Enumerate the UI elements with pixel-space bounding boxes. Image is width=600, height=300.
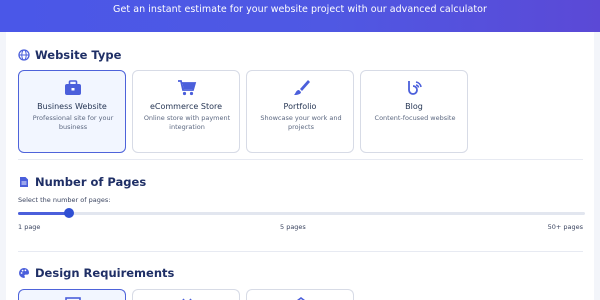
slider-thumb[interactable] — [64, 208, 75, 218]
tick-max-label: 50+ pages — [547, 223, 583, 231]
option-title: Business Website — [37, 102, 107, 111]
design-requirements-heading: Design Requirements — [18, 266, 174, 280]
design-option[interactable] — [18, 289, 126, 300]
option-business-website[interactable]: Business Website Professional site for y… — [18, 70, 126, 153]
section-divider — [18, 159, 583, 160]
option-title: eCommerce Store — [149, 102, 223, 111]
settings-icon — [293, 294, 309, 300]
section-divider — [18, 251, 583, 252]
slider-fill — [18, 212, 70, 215]
palette-icon — [18, 267, 30, 279]
design-option[interactable] — [132, 289, 240, 300]
design-requirements-title: Design Requirements — [35, 266, 175, 280]
option-portfolio[interactable]: Portfolio Showcase your work and project… — [246, 70, 354, 153]
option-description: Professional site for your business — [32, 114, 114, 132]
document-icon — [18, 176, 30, 188]
option-description: Content-focused website — [374, 114, 456, 122]
shopping-cart-icon — [177, 79, 197, 97]
header-banner: Get an instant estimate for your website… — [0, 0, 600, 32]
briefcase-icon — [63, 79, 83, 97]
option-ecommerce-store[interactable]: eCommerce Store Online store with paymen… — [132, 70, 240, 153]
option-title: Portfolio — [283, 102, 317, 111]
tick-mid-label: 5 pages — [280, 223, 306, 231]
globe-icon — [18, 49, 30, 61]
option-description: Showcase your work and projects — [260, 114, 342, 132]
tick-min-label: 1 page — [18, 223, 41, 231]
website-type-heading: Website Type — [18, 48, 121, 62]
paint-brush-icon — [291, 79, 311, 97]
blog-icon — [405, 79, 425, 97]
option-description: Online store with payment integration — [143, 114, 231, 132]
number-of-pages-title: Number of Pages — [35, 175, 147, 189]
number-of-pages-heading: Number of Pages — [18, 175, 146, 189]
option-blog[interactable]: Blog Content-focused website — [360, 70, 468, 153]
pages-select-label: Select the number of pages: — [18, 196, 111, 204]
layout-icon — [65, 294, 81, 300]
design-option[interactable] — [246, 289, 354, 300]
pages-slider[interactable] — [18, 208, 585, 218]
code-icon — [179, 294, 195, 300]
website-type-title: Website Type — [35, 48, 122, 62]
header-subtitle: Get an instant estimate for your website… — [113, 4, 487, 15]
option-title: Blog — [405, 102, 423, 111]
calculator-card: Website Type Business Website Profession… — [6, 32, 594, 300]
